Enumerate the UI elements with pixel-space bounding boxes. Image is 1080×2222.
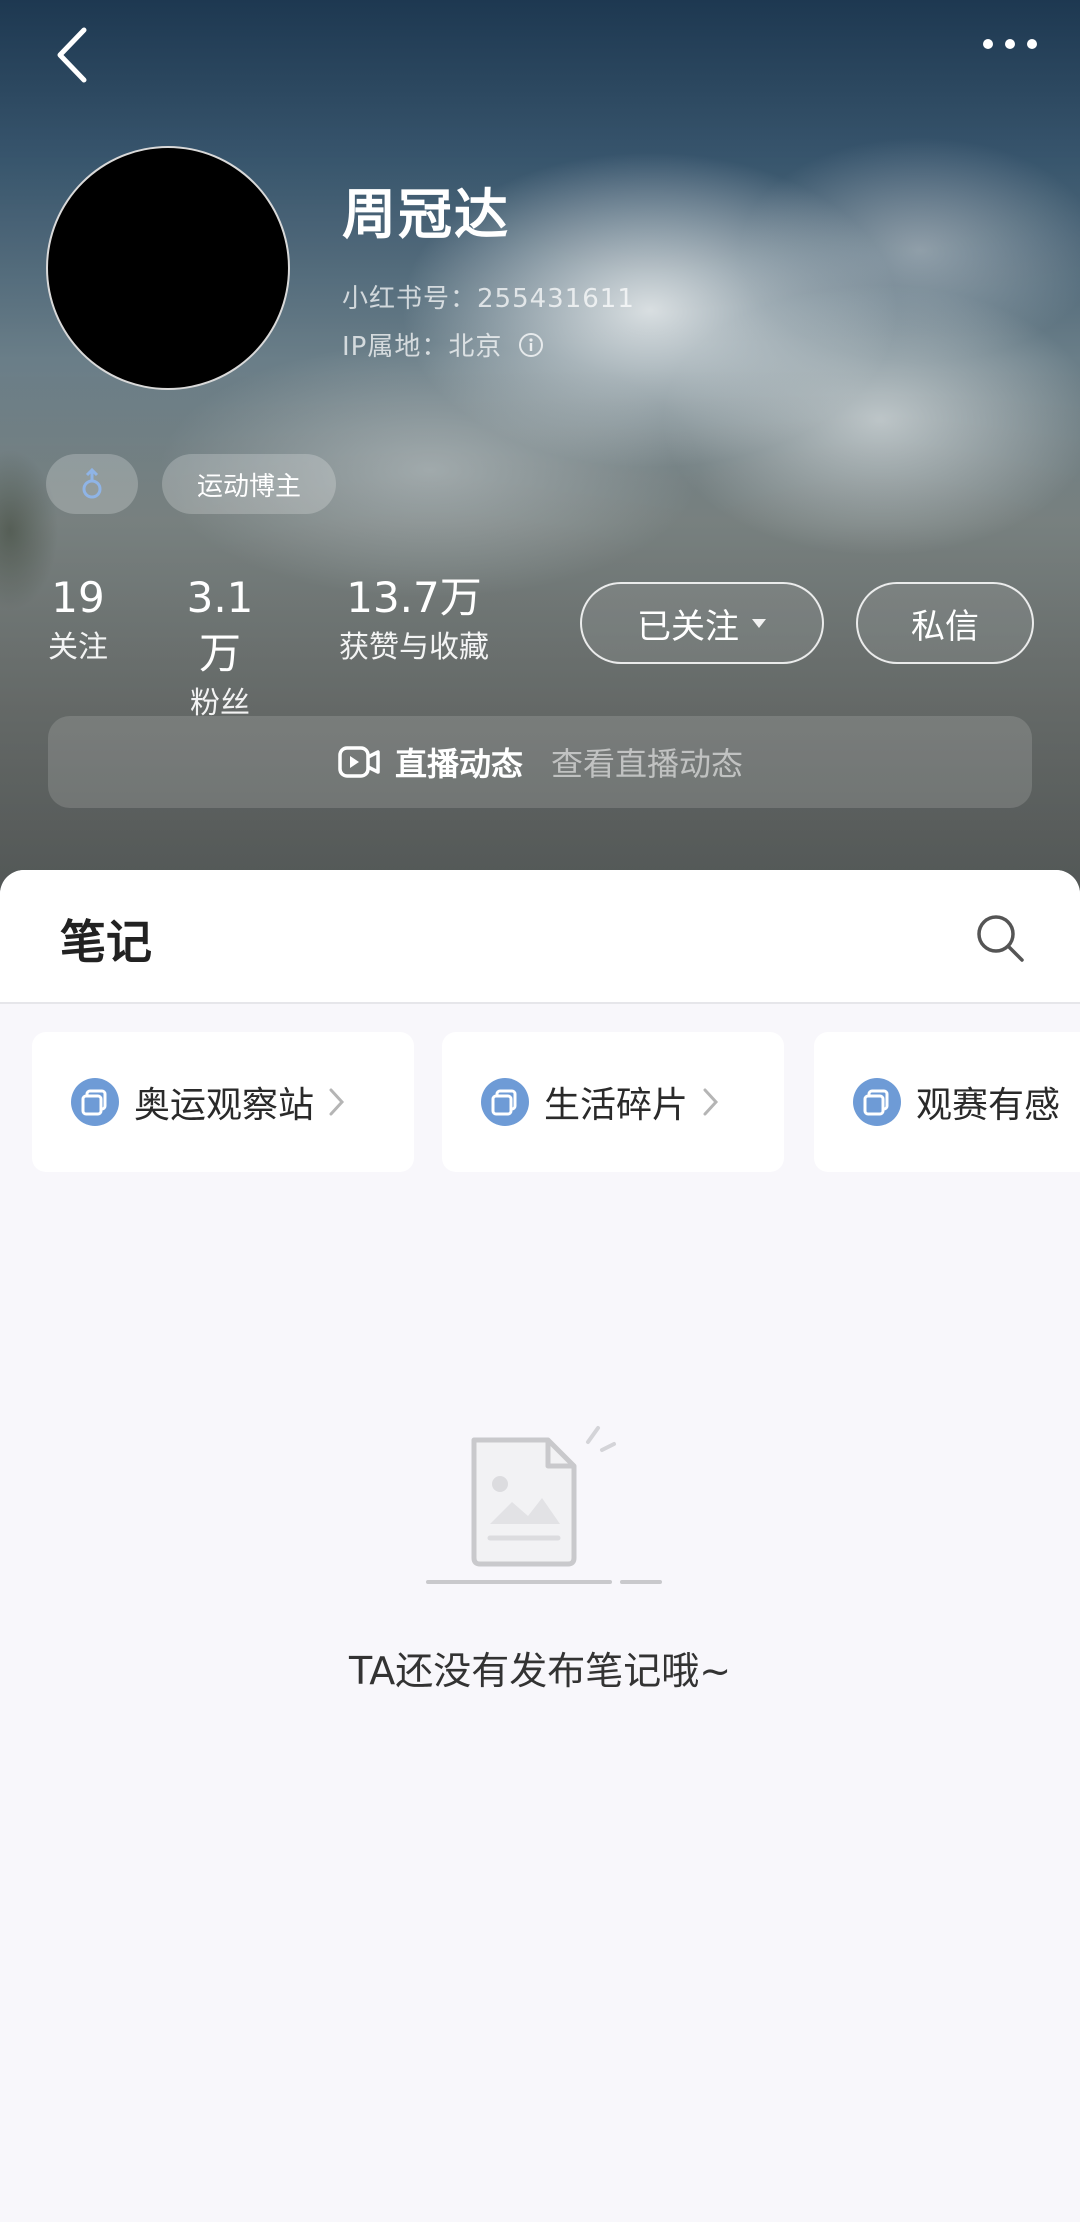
caret-down-icon <box>752 619 766 628</box>
notes-header: 笔记 <box>0 870 1080 1004</box>
stat-fans-value: 3.1万 <box>186 573 254 678</box>
male-icon <box>82 467 102 499</box>
search-button[interactable] <box>972 910 1028 966</box>
collection-label: 生活碎片 <box>544 1085 689 1126</box>
chevron-left-icon <box>57 27 87 83</box>
more-button[interactable] <box>970 20 1050 80</box>
profile-ip-row: IP属地：北京 <box>342 326 544 363</box>
top-bar <box>0 0 1080 110</box>
live-feed-title: 直播动态 <box>394 745 523 783</box>
profile-ip: IP属地：北京 <box>342 332 503 362</box>
profile-name: 周冠达 <box>342 183 510 246</box>
stat-fans[interactable]: 3.1万 粉丝 <box>168 570 272 726</box>
collection-icon <box>481 1078 529 1126</box>
back-button[interactable] <box>46 20 106 90</box>
more-dots-icon <box>983 39 1037 49</box>
collection-icon <box>71 1078 119 1126</box>
message-button[interactable]: 私信 <box>856 582 1034 664</box>
info-icon[interactable] <box>518 332 544 358</box>
profile-id: 小红书号：255431611 <box>342 284 635 314</box>
search-icon <box>977 915 1024 962</box>
collection-icon <box>853 1078 901 1126</box>
followed-button[interactable]: 已关注 <box>580 582 824 664</box>
collection-list: 奥运观察站 生活碎片 观赛有感 <box>0 1032 1080 1172</box>
stat-likes-label: 获赞与收藏 <box>339 630 489 665</box>
live-feed-bar[interactable]: 直播动态 查看直播动态 <box>48 716 1032 808</box>
followed-button-label: 已关注 <box>637 606 739 647</box>
chevron-right-icon <box>703 1088 719 1116</box>
collection-card[interactable]: 生活碎片 <box>442 1032 784 1172</box>
live-feed-subtitle: 查看直播动态 <box>551 745 744 783</box>
live-camera-icon <box>338 746 380 778</box>
stat-likes[interactable]: 13.7万 获赞与收藏 <box>332 570 496 670</box>
collection-label: 奥运观察站 <box>134 1085 315 1126</box>
stat-following-value: 19 <box>51 573 105 622</box>
empty-document-icon <box>426 1426 662 1584</box>
stat-following-label: 关注 <box>48 630 108 665</box>
collection-label: 观赛有感 <box>916 1085 1061 1126</box>
chevron-right-icon <box>329 1088 345 1116</box>
collection-card[interactable]: 奥运观察站 <box>32 1032 414 1172</box>
collection-card[interactable]: 观赛有感 <box>814 1032 1080 1172</box>
role-tag[interactable]: 运动博主 <box>162 454 336 514</box>
empty-state-text: TA还没有发布笔记哦~ <box>348 1649 732 1693</box>
avatar[interactable] <box>46 146 290 390</box>
stat-following[interactable]: 19 关注 <box>46 570 110 670</box>
notes-sheet: 笔记 奥运观察站 生活碎片 观赛有感 TA还没有发布笔记哦~ <box>0 870 1080 2222</box>
message-button-label: 私信 <box>911 606 979 647</box>
tab-notes[interactable]: 笔记 <box>60 906 152 972</box>
stat-likes-value: 13.7万 <box>346 573 482 622</box>
gender-tag <box>46 454 138 514</box>
